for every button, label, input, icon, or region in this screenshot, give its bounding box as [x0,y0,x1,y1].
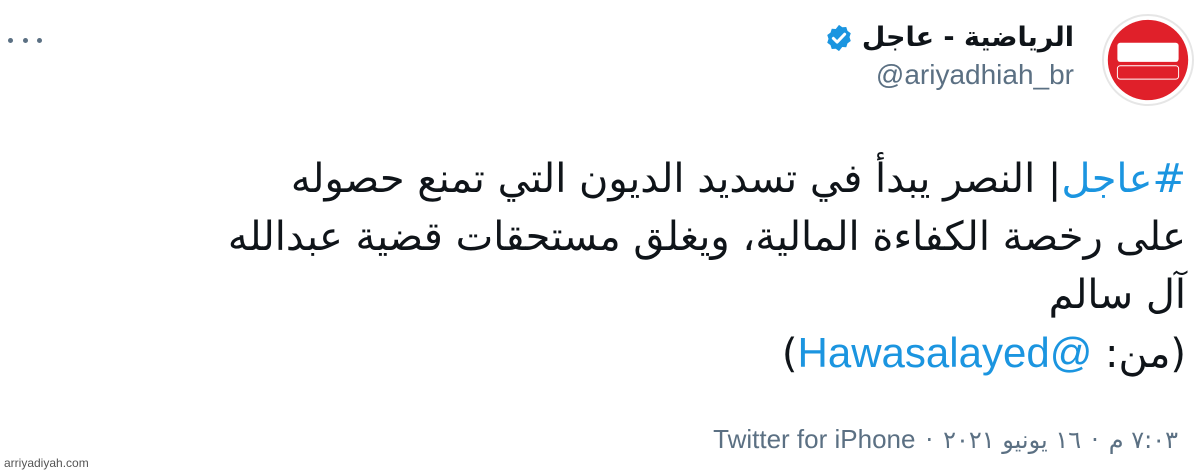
meta-separator: · [925,425,934,454]
hashtag-link[interactable]: #عاجل [1061,156,1186,202]
watermark: arriyadiyah.com [4,456,89,470]
mention-prefix: (من: [1092,331,1186,377]
tweet-time[interactable]: ٧:٠٣ م [1109,426,1178,454]
mention-suffix: ) [781,331,798,377]
author-block: الرياضية - عاجل @ariyadhiah_br [824,22,1074,91]
display-name[interactable]: الرياضية - عاجل [862,22,1074,53]
tweet-line-1-text: | النصر يبدأ في تسديد الديون التي تمنع ح… [290,156,1062,202]
display-name-row: الرياضية - عاجل [824,22,1074,53]
more-dot [22,37,28,43]
tweet-text: #عاجل| النصر يبدأ في تسديد الديون التي ت… [26,150,1186,383]
more-dot [37,37,42,43]
tweet-line-1: #عاجل| النصر يبدأ في تسديد الديون التي ت… [26,150,1186,208]
tweet-source[interactable]: Twitter for iPhone [713,424,915,455]
tweet-line-4: (من: @Hawasalayed) [26,324,1186,383]
tweet-card: الرياضية - عاجل @ariyadhiah_br #عاجل| ال… [0,0,1200,474]
tweet-date[interactable]: ١٦ يونيو ٢٠٢١ [943,426,1081,454]
tweet-meta: ٧:٠٣ م · ١٦ يونيو ٢٠٢١ · Twitter for iPh… [713,424,1178,455]
tweet-line-3: آل سالم [1048,272,1186,318]
avatar[interactable] [1102,14,1194,106]
verified-badge-icon [827,24,851,51]
more-dot [8,37,13,43]
avatar-logo-icon [1107,19,1189,101]
meta-separator: · [1091,425,1099,454]
author-handle[interactable]: @ariyadhiah_br [824,59,1074,91]
mention-link[interactable]: @Hawasalayed [798,329,1093,376]
more-options-icon[interactable] [8,34,42,46]
tweet-line-2: على رخصة الكفاءة المالية، ويغلق مستحقات … [227,214,1186,260]
